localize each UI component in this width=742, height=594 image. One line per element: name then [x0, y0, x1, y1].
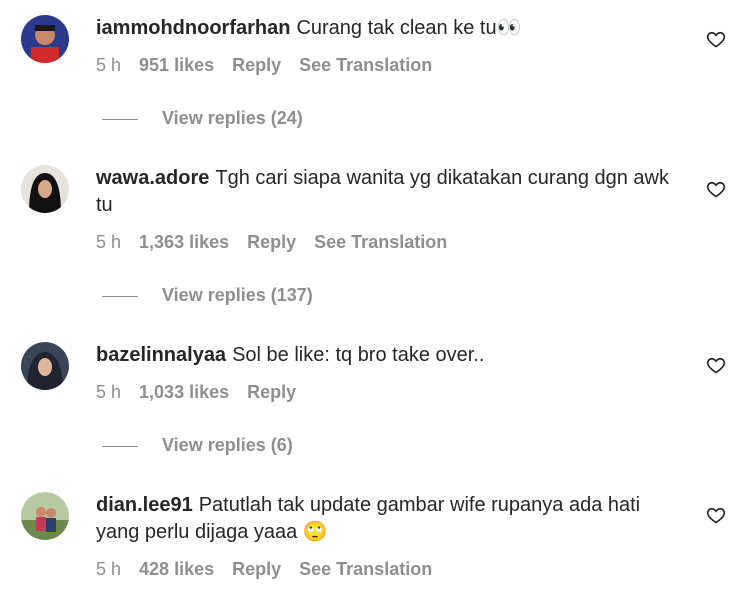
comment-text: dian.lee91 Patutlah tak update gambar wif…	[96, 492, 686, 546]
comment-text: iammohdnoorfarhan Curang tak clean ke tu👀	[96, 15, 686, 42]
reply-button[interactable]: Reply	[232, 559, 281, 579]
username[interactable]: dian.lee91	[96, 494, 193, 516]
see-translation-button[interactable]: See Translation	[299, 55, 432, 75]
avatar[interactable]	[21, 342, 69, 390]
comment-body: Sol be like: tq bro take over..	[232, 344, 485, 366]
view-replies-label[interactable]: View replies (24)	[162, 108, 303, 128]
avatar[interactable]	[21, 492, 69, 540]
reply-button[interactable]: Reply	[247, 232, 296, 252]
view-replies-label[interactable]: View replies (6)	[162, 435, 293, 455]
view-replies-button[interactable]: View replies (6)	[102, 435, 293, 456]
timestamp: 5 h	[96, 55, 122, 75]
username[interactable]: bazelinnalyaa	[96, 344, 226, 366]
comment-text: wawa.adore Tgh cari siapa wanita yg dikat…	[96, 165, 686, 219]
reply-button[interactable]: Reply	[247, 382, 296, 402]
timestamp: 5 h	[96, 232, 122, 252]
likes-count[interactable]: 1,033 likes	[139, 382, 229, 402]
likes-count[interactable]: 951 likes	[139, 55, 214, 75]
timestamp: 5 h	[96, 559, 122, 579]
likes-count[interactable]: 428 likes	[139, 559, 214, 579]
comment-meta: 5 h 1,033 likes Reply	[96, 382, 314, 403]
comment-text: bazelinnalyaa Sol be like: tq bro take ov…	[96, 342, 686, 369]
avatar[interactable]	[21, 15, 69, 63]
timestamp: 5 h	[96, 382, 122, 402]
comment-meta: 5 h 1,363 likes Reply See Translation	[96, 232, 465, 253]
comment-meta: 5 h 951 likes Reply See Translation	[96, 55, 450, 76]
likes-count[interactable]: 1,363 likes	[139, 232, 229, 252]
comment-body: Curang tak clean ke tu👀	[296, 17, 522, 39]
avatar[interactable]	[21, 165, 69, 213]
reply-button[interactable]: Reply	[232, 55, 281, 75]
see-translation-button[interactable]: See Translation	[314, 232, 447, 252]
see-translation-button[interactable]: See Translation	[299, 559, 432, 579]
username[interactable]: iammohdnoorfarhan	[96, 17, 290, 39]
comment-meta: 5 h 428 likes Reply See Translation	[96, 559, 450, 580]
view-replies-label[interactable]: View replies (137)	[162, 285, 313, 305]
heart-icon[interactable]	[706, 505, 726, 525]
divider-line	[102, 118, 138, 120]
divider-line	[102, 295, 138, 297]
heart-icon[interactable]	[706, 29, 726, 49]
view-replies-button[interactable]: View replies (137)	[102, 285, 313, 306]
view-replies-button[interactable]: View replies (24)	[102, 108, 303, 129]
heart-icon[interactable]	[706, 355, 726, 375]
heart-icon[interactable]	[706, 179, 726, 199]
divider-line	[102, 445, 138, 447]
username[interactable]: wawa.adore	[96, 167, 209, 189]
